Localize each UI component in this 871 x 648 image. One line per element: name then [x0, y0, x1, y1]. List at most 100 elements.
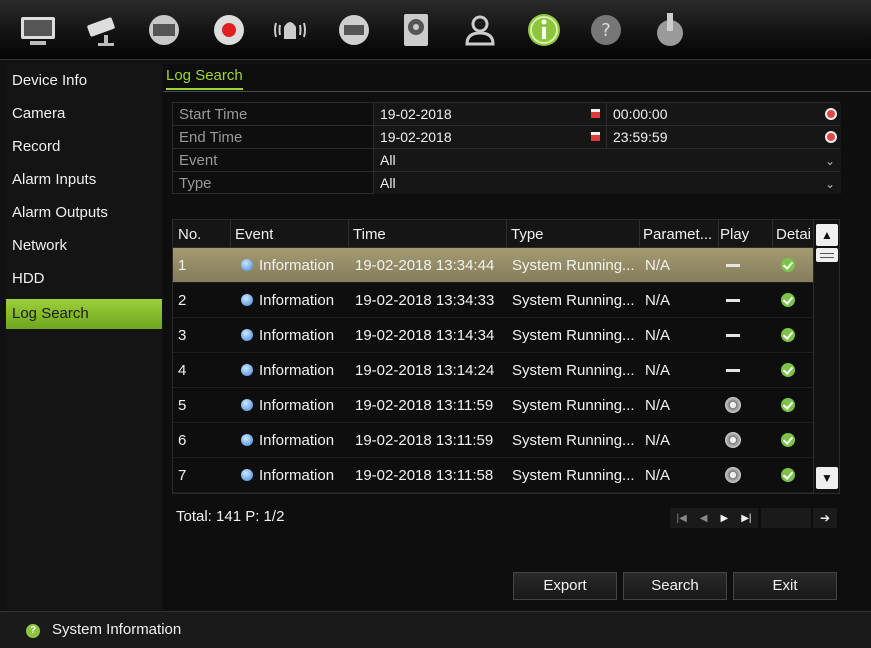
- tab-log-search[interactable]: Log Search: [166, 67, 243, 90]
- column-divider: [506, 220, 507, 248]
- play-unavailable-icon: [726, 369, 740, 372]
- row-event-label: Information: [259, 327, 335, 344]
- total-count: Total: 141 P: 1/2: [176, 508, 285, 525]
- row-type: System Running...: [512, 292, 635, 309]
- power-icon[interactable]: [646, 8, 694, 52]
- scroll-thumb[interactable]: [816, 248, 838, 262]
- clock-icon[interactable]: [825, 131, 837, 143]
- end-time-row: End Time 19-02-2018 23:59:59: [172, 125, 841, 148]
- play-button-icon[interactable]: [725, 397, 741, 413]
- sidebar-item-device-info[interactable]: Device Info: [6, 64, 162, 97]
- search-button[interactable]: Search: [623, 572, 727, 600]
- column-divider: [348, 220, 349, 248]
- start-time-value: 00:00:00: [613, 106, 668, 122]
- table-row[interactable]: 5 Information 19-02-2018 13:11:59 System…: [173, 388, 813, 423]
- row-event: Information: [241, 397, 334, 414]
- table-row[interactable]: 2 Information 19-02-2018 13:34:33 System…: [173, 283, 813, 318]
- calendar-icon[interactable]: [591, 109, 600, 118]
- row-parameter: N/A: [645, 432, 671, 449]
- details-check-icon[interactable]: [781, 398, 795, 412]
- details-check-icon[interactable]: [781, 363, 795, 377]
- row-time: 19-02-2018 13:11:59: [355, 432, 494, 449]
- table-row[interactable]: 3 Information 19-02-2018 13:14:34 System…: [173, 318, 813, 353]
- event-value: All: [380, 152, 396, 168]
- row-time: 19-02-2018 13:11:58: [355, 467, 494, 484]
- info-icon[interactable]: [520, 8, 568, 52]
- column-header-parameter[interactable]: Paramet...: [643, 226, 717, 243]
- end-time-field[interactable]: 23:59:59: [606, 126, 841, 148]
- play-button-icon[interactable]: [725, 467, 741, 483]
- column-header-event[interactable]: Event: [235, 226, 273, 243]
- column-header-time[interactable]: Time: [353, 226, 386, 243]
- details-check-icon[interactable]: [781, 468, 795, 482]
- table-row[interactable]: 4 Information 19-02-2018 13:14:24 System…: [173, 353, 813, 388]
- type-value: All: [380, 175, 396, 191]
- table-scrollbar[interactable]: ▲ ▼: [813, 220, 839, 493]
- start-date-field[interactable]: 19-02-2018: [373, 103, 606, 125]
- end-date-value: 19-02-2018: [380, 129, 452, 145]
- next-page-icon[interactable]: ▶: [721, 513, 729, 524]
- go-to-page-icon[interactable]: ➔: [813, 508, 837, 528]
- column-header-type[interactable]: Type: [511, 226, 544, 243]
- table-row[interactable]: 1 Information 19-02-2018 13:34:44 System…: [173, 248, 813, 283]
- row-no: 1: [178, 257, 187, 274]
- scroll-up-icon[interactable]: ▲: [816, 224, 838, 246]
- camera-icon[interactable]: [80, 8, 128, 52]
- row-no: 4: [178, 362, 187, 379]
- row-parameter: N/A: [645, 397, 671, 414]
- row-no: 5: [178, 397, 187, 414]
- main-toolbar: ?: [0, 0, 871, 60]
- status-text: System Information: [52, 621, 182, 638]
- clock-icon[interactable]: [825, 108, 837, 120]
- sidebar-item-alarm-outputs[interactable]: Alarm Outputs: [6, 196, 162, 229]
- monitor-icon[interactable]: [14, 8, 62, 52]
- type-label: Type: [179, 175, 212, 192]
- column-header-detail[interactable]: Detai: [776, 226, 812, 243]
- sidebar-item-record[interactable]: Record: [6, 130, 162, 163]
- network-icon[interactable]: [330, 8, 378, 52]
- details-check-icon[interactable]: [781, 258, 795, 272]
- sidebar-item-camera[interactable]: Camera: [6, 97, 162, 130]
- exit-button[interactable]: Exit: [733, 572, 837, 600]
- user-icon[interactable]: [456, 8, 504, 52]
- start-time-field[interactable]: 00:00:00: [606, 103, 841, 125]
- row-event: Information: [241, 432, 334, 449]
- svg-text:?: ?: [601, 20, 611, 41]
- event-select[interactable]: All ⌄: [373, 149, 841, 171]
- event-label: Event: [179, 152, 218, 169]
- sidebar-item-alarm-inputs[interactable]: Alarm Inputs: [6, 163, 162, 196]
- details-check-icon[interactable]: [781, 328, 795, 342]
- row-event: Information: [241, 292, 334, 309]
- sidebar-item-hdd[interactable]: HDD: [6, 262, 162, 295]
- play-button-icon[interactable]: [725, 432, 741, 448]
- type-select[interactable]: All ⌄: [373, 172, 841, 194]
- information-icon: [241, 294, 253, 306]
- table-row[interactable]: 6 Information 19-02-2018 13:11:59 System…: [173, 423, 813, 458]
- row-event: Information: [241, 327, 334, 344]
- details-check-icon[interactable]: [781, 433, 795, 447]
- row-time: 19-02-2018 13:34:44: [355, 257, 495, 274]
- calendar-icon[interactable]: [591, 132, 600, 141]
- prev-page-icon[interactable]: ◀: [700, 513, 708, 524]
- type-row: Type All ⌄: [172, 171, 841, 194]
- end-date-field[interactable]: 19-02-2018: [373, 126, 606, 148]
- help-icon[interactable]: ?: [582, 8, 630, 52]
- record-icon[interactable]: [205, 8, 253, 52]
- column-header-play[interactable]: Play: [720, 226, 749, 243]
- playback-icon[interactable]: [140, 8, 188, 52]
- alarm-icon[interactable]: [266, 8, 314, 52]
- first-page-icon[interactable]: |◀: [677, 513, 687, 524]
- table-row[interactable]: 7 Information 19-02-2018 13:11:58 System…: [173, 458, 813, 493]
- row-parameter: N/A: [645, 257, 671, 274]
- export-button[interactable]: Export: [513, 572, 617, 600]
- row-type: System Running...: [512, 257, 635, 274]
- page-number-input[interactable]: [761, 508, 811, 528]
- sidebar-item-log-search[interactable]: Log Search: [6, 299, 162, 329]
- hdd-icon[interactable]: [392, 8, 440, 52]
- details-check-icon[interactable]: [781, 293, 795, 307]
- sidebar-item-network[interactable]: Network: [6, 229, 162, 262]
- last-page-icon[interactable]: ▶|: [741, 513, 751, 524]
- scroll-down-icon[interactable]: ▼: [816, 467, 838, 489]
- column-header-no[interactable]: No.: [178, 226, 201, 243]
- row-parameter: N/A: [645, 327, 671, 344]
